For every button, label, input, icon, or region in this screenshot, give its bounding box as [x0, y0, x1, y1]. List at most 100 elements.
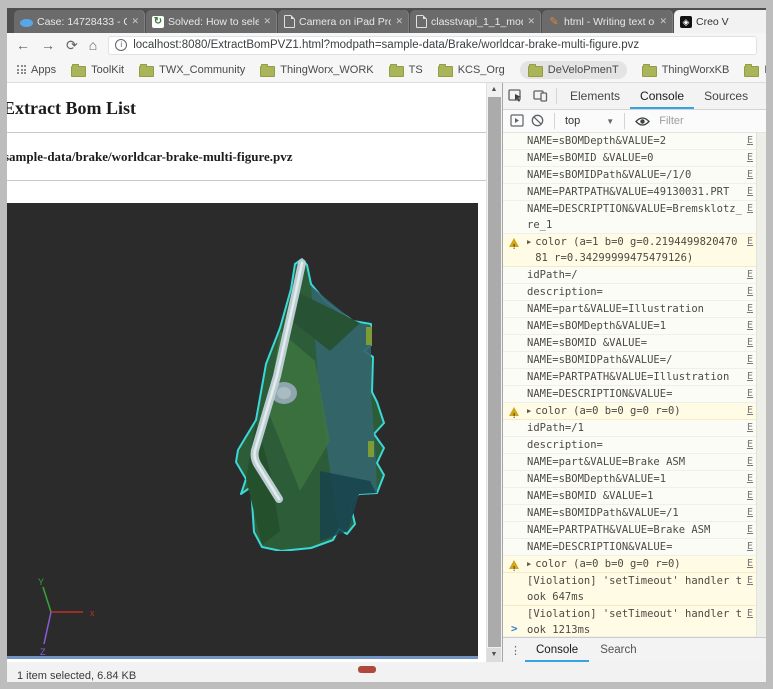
source-link[interactable]: E [747, 556, 753, 572]
source-link[interactable]: E [747, 284, 753, 300]
console-message[interactable]: NAME=sBOMID &VALUE=0E [503, 150, 757, 167]
console-message[interactable]: description=E [503, 284, 757, 301]
source-link[interactable]: E [747, 454, 753, 470]
scroll-down-icon[interactable]: ▼ [487, 648, 501, 662]
source-link[interactable]: E [747, 352, 753, 368]
forward-icon[interactable]: → [41, 38, 55, 52]
source-link[interactable]: E [747, 573, 753, 589]
console-message[interactable]: ▶color (a=0 b=0 g=0 r=0)E [503, 403, 757, 420]
bookmark-thingworx-work[interactable]: ThingWorx_WORK [260, 63, 373, 77]
close-tab-icon[interactable]: ✕ [263, 16, 271, 27]
console-message[interactable]: idPath=/E [503, 267, 757, 284]
console-message[interactable]: NAME=part&VALUE=Brake ASME [503, 454, 757, 471]
console-message[interactable]: ▶color (a=1 b=0 g=0.219449982047081 r=0.… [503, 234, 757, 267]
devtools-tab-elements[interactable]: Elements [560, 83, 630, 109]
page-info-icon[interactable]: i [115, 39, 127, 51]
console-message[interactable]: NAME=part&VALUE=IllustrationE [503, 301, 757, 318]
bookmark-thingworxkb[interactable]: ThingWorxKB [642, 63, 730, 77]
home-icon[interactable]: ⌂ [89, 38, 97, 52]
source-link[interactable]: E [747, 335, 753, 351]
source-link[interactable]: E [747, 133, 753, 149]
console-message[interactable]: description=E [503, 437, 757, 454]
scrollbar-thumb[interactable] [488, 97, 501, 647]
close-tab-icon[interactable]: ✕ [659, 16, 667, 27]
source-link[interactable]: E [747, 522, 753, 538]
console-message[interactable]: NAME=sBOMDepth&VALUE=1E [503, 318, 757, 335]
source-link[interactable]: E [747, 505, 753, 521]
console-message[interactable]: NAME=DESCRIPTION&VALUE=E [503, 539, 757, 556]
device-toolbar-icon[interactable] [528, 85, 553, 108]
console-prompt[interactable]: > [503, 620, 757, 637]
close-tab-icon[interactable]: ✕ [527, 16, 535, 27]
page-scrollbar[interactable]: ▲ ▼ [486, 83, 502, 662]
back-icon[interactable]: ← [16, 38, 30, 52]
browser-tab-1[interactable]: Case: 14728433 - Con✕ [14, 10, 145, 33]
console-message[interactable]: idPath=/1E [503, 420, 757, 437]
bookmark-toolkit[interactable]: ToolKit [71, 63, 124, 77]
context-selector[interactable]: top ▼ [565, 115, 614, 127]
bookmark-development[interactable]: DeVeloPmenT [520, 61, 627, 79]
devtools-tab-sources[interactable]: Sources [694, 83, 758, 109]
console-message[interactable]: NAME=DESCRIPTION&VALUE=Bremsklotz_re_1E [503, 201, 757, 234]
source-link[interactable]: E [747, 420, 753, 436]
source-link[interactable]: E [747, 539, 753, 555]
bookmark-projects[interactable]: Projects [744, 63, 766, 77]
url-input[interactable] [133, 39, 750, 51]
console-message[interactable]: NAME=PARTPATH&VALUE=IllustrationE [503, 369, 757, 386]
source-link[interactable]: E [747, 471, 753, 487]
scroll-up-icon[interactable]: ▲ [487, 83, 501, 97]
bookmark-twx-community[interactable]: TWX_Community [139, 63, 245, 77]
drawer-tab-console[interactable]: Console [525, 638, 589, 662]
source-link[interactable]: E [747, 150, 753, 166]
source-link[interactable]: E [747, 267, 753, 283]
source-link[interactable]: E [747, 369, 753, 385]
source-link[interactable]: E [747, 301, 753, 317]
source-link[interactable]: E [747, 184, 753, 200]
console-message[interactable]: NAME=sBOMID &VALUE=1E [503, 488, 757, 505]
devtools-tab-console[interactable]: Console [630, 83, 694, 109]
drawer-tab-search[interactable]: Search [589, 638, 647, 662]
console-sidebar-icon[interactable] [510, 111, 524, 132]
console-message[interactable]: NAME=sBOMIDPath&VALUE=/1E [503, 505, 757, 522]
close-tab-icon[interactable]: ✕ [131, 16, 139, 27]
source-link[interactable]: E [747, 234, 753, 250]
console-message[interactable]: NAME=PARTPATH&VALUE=Brake ASME [503, 522, 757, 539]
expand-caret-icon[interactable]: ▶ [527, 234, 531, 250]
expand-caret-icon[interactable]: ▶ [527, 556, 531, 572]
clear-console-icon[interactable] [531, 111, 544, 132]
console-message[interactable]: NAME=sBOMDepth&VALUE=1E [503, 471, 757, 488]
console-message[interactable]: NAME=sBOMIDPath&VALUE=/1/0E [503, 167, 757, 184]
console-filter-input[interactable] [657, 114, 731, 128]
console-message[interactable]: ▶color (a=0 b=0 g=0 r=0)E [503, 556, 757, 573]
source-link[interactable]: E [747, 403, 753, 419]
browser-tab-5[interactable]: ✎html - Writing text on✕ [542, 10, 673, 33]
address-bar[interactable]: i [108, 36, 757, 55]
kebab-menu-icon[interactable]: ⋮ [507, 644, 523, 657]
bookmark-kcs-org[interactable]: KCS_Org [438, 63, 505, 77]
browser-tab-6[interactable]: ◈Creo V✕ [674, 10, 766, 33]
bookmark-apps[interactable]: Apps [17, 64, 56, 76]
source-link[interactable]: E [747, 167, 753, 183]
reload-icon[interactable]: ⟳ [66, 38, 78, 52]
devtools-tab-network[interactable]: Network [758, 83, 766, 109]
console-message[interactable]: NAME=sBOMID &VALUE=E [503, 335, 757, 352]
browser-tab-4[interactable]: classtvapi_1_1_model✕ [410, 10, 541, 33]
source-link[interactable]: E [747, 386, 753, 402]
source-link[interactable]: E [747, 488, 753, 504]
console-message[interactable]: NAME=DESCRIPTION&VALUE=E [503, 386, 757, 403]
source-link[interactable]: E [747, 201, 753, 217]
close-tab-icon[interactable]: ✕ [395, 16, 403, 27]
console-scrollbar[interactable] [756, 133, 766, 637]
console-message[interactable]: NAME=sBOMDepth&VALUE=2E [503, 133, 757, 150]
browser-tab-2[interactable]: ↻Solved: How to select✕ [146, 10, 277, 33]
inspect-icon[interactable] [503, 85, 528, 108]
brake-model[interactable] [180, 231, 420, 551]
bookmark-ts[interactable]: TS [389, 63, 423, 77]
3d-viewer-canvas[interactable]: Y x Z [7, 203, 478, 659]
eye-icon[interactable] [635, 111, 650, 132]
source-link[interactable]: E [747, 318, 753, 334]
console-message[interactable]: NAME=PARTPATH&VALUE=49130031.PRTE [503, 184, 757, 201]
browser-tab-3[interactable]: Camera on iPad Pro w✕ [278, 10, 409, 33]
console-message[interactable]: NAME=sBOMIDPath&VALUE=/E [503, 352, 757, 369]
source-link[interactable]: E [747, 437, 753, 453]
